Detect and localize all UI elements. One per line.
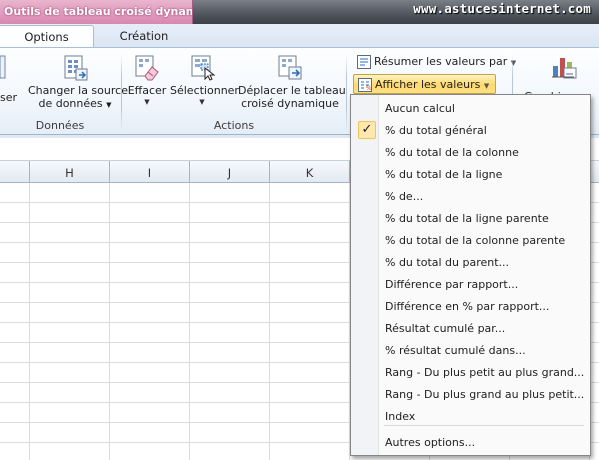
menu-item-resultat-cumule[interactable]: Résultat cumulé par... [352, 317, 589, 339]
move-line1: Déplacer le tableau [238, 84, 346, 97]
group-label-donnees: Données [35, 119, 85, 132]
chevron-down-icon: ▼ [144, 98, 150, 106]
column-header-k[interactable]: K [270, 161, 350, 183]
title-bar: Outils de tableau croisé dynamique www.a… [0, 0, 599, 24]
cut-off-button[interactable]: ser [0, 54, 18, 104]
menu-item-index[interactable]: Index [352, 405, 589, 427]
select-button[interactable]: Sélectionner ▼ [170, 54, 239, 107]
tab-options[interactable]: Options [0, 25, 94, 48]
menu-separator [384, 425, 584, 426]
menu-item-difference[interactable]: Différence par rapport... [352, 273, 589, 295]
menu-item-rang-croissant[interactable]: Rang - Du plus petit au plus grand... [352, 361, 589, 383]
partial-icon [0, 55, 6, 79]
svg-text:%: % [366, 85, 372, 92]
cut-off-label: ser [0, 91, 18, 104]
change-source-line2: de données [38, 97, 103, 110]
select-icon [191, 55, 216, 81]
move-pivottable-button[interactable]: Déplacer le tableau croisé dynamique [238, 54, 346, 110]
column-header-i[interactable]: I [110, 161, 190, 183]
show-values-as-button[interactable]: % Afficher les valeurs ▼ [353, 74, 497, 94]
clear-button[interactable]: Effacer ▼ [126, 54, 168, 107]
summarize-icon [357, 55, 371, 69]
menu-item-pourcentage-de[interactable]: % de... [352, 185, 589, 207]
data-source-icon [64, 55, 88, 81]
summarize-values-button[interactable]: Résumer les valeurs par ▼ [353, 52, 516, 72]
show-values-icon: % [358, 78, 372, 92]
change-source-line1: Changer la source [28, 84, 128, 97]
chevron-down-icon: ▼ [199, 98, 205, 106]
move-line2: croisé dynamique [241, 97, 339, 110]
group-separator [346, 54, 347, 132]
watermark: www.astucesinternet.com [413, 1, 591, 16]
select-label: Sélectionner [170, 84, 239, 97]
checkmark-icon: ✓ [358, 121, 376, 139]
menu-item-total-parent[interactable]: % du total du parent... [352, 251, 589, 273]
menu-item-total-colonne[interactable]: % du total de la colonne [352, 141, 589, 163]
tab-creation[interactable]: Création [96, 25, 192, 48]
menu-item-total-colonne-parente[interactable]: % du total de la colonne parente [352, 229, 589, 251]
change-data-source-button[interactable]: Changer la source de données ▼ [28, 54, 128, 112]
menu-item-rang-decroissant[interactable]: Rang - Du plus grand au plus petit... [352, 383, 589, 405]
pivotchart-button[interactable] [524, 52, 599, 92]
menu-item-total-general[interactable]: ✓ % du total général [352, 119, 589, 141]
chevron-down-icon: ▼ [483, 82, 490, 90]
menu-item-difference-pourcentage[interactable]: Différence en % par rapport... [352, 295, 589, 317]
menu-item-total-ligne[interactable]: % du total de la ligne [352, 163, 589, 185]
column-header-partial[interactable] [0, 161, 30, 183]
ribbon-tab-row: Options Création [0, 24, 599, 48]
eraser-icon [135, 55, 159, 81]
menu-item-total-ligne-parente[interactable]: % du total de la ligne parente [352, 207, 589, 229]
chart-icon [552, 58, 577, 79]
menu-item-resultat-cumule-pourcentage[interactable]: % résultat cumulé dans... [352, 339, 589, 361]
menu-item-autres-options[interactable]: Autres options... [352, 431, 589, 453]
clear-label: Effacer [127, 84, 167, 97]
move-table-icon [278, 55, 302, 80]
menu-item-aucun-calcul[interactable]: Aucun calcul [352, 97, 589, 119]
column-header-h[interactable]: H [30, 161, 110, 183]
show-values-as-menu: Aucun calcul ✓ % du total général % du t… [350, 94, 591, 456]
group-label-actions: Actions [213, 119, 255, 132]
column-header-j[interactable]: J [190, 161, 270, 183]
contextual-tab-header: Outils de tableau croisé dynamique [0, 0, 193, 24]
summarize-label: Résumer les valeurs par [374, 55, 508, 68]
show-values-label: Afficher les valeurs [375, 78, 481, 91]
chevron-down-icon: ▼ [106, 101, 112, 109]
